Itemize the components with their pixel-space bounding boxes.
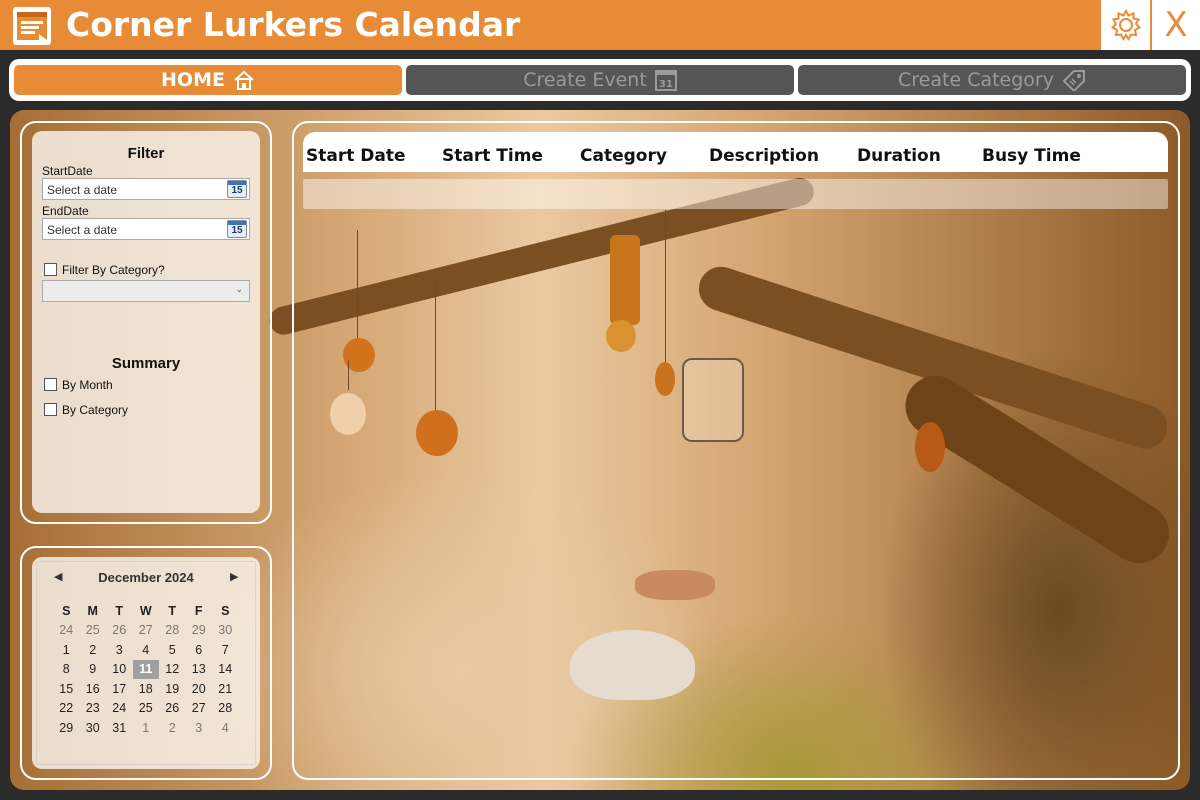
calendar-day[interactable]: 26 (159, 699, 186, 719)
calendar-day[interactable]: 9 (80, 660, 107, 680)
calendar-day[interactable]: 18 (133, 679, 160, 699)
calendar-day[interactable]: 10 (106, 660, 133, 680)
tab-home-label: HOME (161, 69, 225, 91)
calendar-day[interactable]: 5 (159, 640, 186, 660)
calendar-day[interactable]: 12 (159, 660, 186, 680)
tab-create-event[interactable]: Create Event 31 (406, 65, 794, 95)
calendar-day[interactable]: 30 (212, 621, 239, 641)
column-header-duration[interactable]: Duration (857, 146, 941, 166)
calendar-grid: S M T W T F S 24 25 26 27 28 29 30 1 2 3 4 5 6 7 8 9 10 11 12 13 14… (53, 601, 239, 738)
chevron-down-icon: ⌄ (235, 284, 243, 294)
calendar-day[interactable]: 26 (106, 621, 133, 641)
start-date-label: StartDate (42, 164, 93, 178)
calendar-day[interactable]: 24 (106, 699, 133, 719)
close-label: X (1164, 5, 1188, 45)
calendar-day[interactable]: 22 (53, 699, 80, 719)
calendar-weekday-label: W (139, 603, 152, 618)
by-category-checkbox[interactable] (44, 403, 57, 416)
end-date-input[interactable]: Select a date (47, 223, 117, 237)
start-date-input[interactable]: Select a date (47, 183, 117, 197)
calendar-weekday-label: T (168, 603, 177, 618)
by-month-checkbox[interactable] (44, 378, 57, 391)
calendar-day[interactable]: 14 (212, 660, 239, 680)
tab-home[interactable]: HOME (14, 65, 402, 95)
calendar-day[interactable]: 17 (106, 679, 133, 699)
calendar-day[interactable]: 1 (53, 640, 80, 660)
calendar-day[interactable]: 15 (53, 679, 80, 699)
tab-create-category-label: Create Category (898, 69, 1054, 91)
calendar-day[interactable]: 3 (186, 718, 213, 738)
calendar-day[interactable]: 2 (159, 718, 186, 738)
filter-by-category-checkbox[interactable] (44, 263, 57, 276)
end-date-calendar-icon[interactable]: 15 (227, 220, 247, 238)
calendar-month-label[interactable]: December 2024 (32, 570, 260, 585)
calendar-day[interactable]: 16 (80, 679, 107, 699)
column-header-category[interactable]: Category (580, 146, 667, 166)
calendar-31-icon: 31 (654, 70, 677, 91)
column-header-start-date[interactable]: Start Date (306, 146, 406, 166)
column-header-description[interactable]: Description (709, 146, 819, 166)
calendar-day[interactable]: 23 (80, 699, 107, 719)
calendar-day[interactable]: 21 (212, 679, 239, 699)
close-button[interactable]: X (1150, 0, 1200, 50)
calendar-day[interactable]: 28 (159, 621, 186, 641)
calendar-day[interactable]: 13 (186, 660, 213, 680)
calendar-day[interactable]: 20 (186, 679, 213, 699)
filter-heading: Filter (127, 145, 165, 162)
calendar-day[interactable]: 2 (80, 640, 107, 660)
tab-create-event-label: Create Event (523, 69, 647, 91)
title-bar: Corner Lurkers Calendar X (0, 0, 1200, 50)
table-row[interactable] (303, 179, 1168, 209)
calendar-day[interactable]: 1 (133, 718, 160, 738)
calendar-day[interactable]: 19 (159, 679, 186, 699)
settings-button[interactable] (1100, 0, 1150, 50)
calendar-weekday-label: S (221, 603, 230, 618)
filter-panel: Filter StartDate Select a date 15 EndDat… (32, 131, 260, 513)
by-category-label: By Category (62, 403, 129, 417)
calendar-day[interactable]: 8 (53, 660, 80, 680)
calendar-day[interactable]: 7 (212, 640, 239, 660)
calendar-day[interactable]: 11 (132, 659, 159, 679)
events-table-header: Start Date Start Time Category Descripti… (303, 132, 1168, 172)
calendar-day[interactable]: 25 (133, 699, 160, 719)
app-title: Corner Lurkers Calendar (66, 5, 521, 44)
mini-calendar: ◀ December 2024 ▶ S M T W T F S 24 25 26 27 28 29 30 1… (32, 557, 260, 769)
house-icon (234, 70, 254, 90)
filter-by-category-label: Filter By Category? (62, 263, 165, 277)
end-date-label: EndDate (42, 204, 89, 218)
start-date-calendar-icon[interactable]: 15 (227, 180, 247, 198)
calendar-day[interactable]: 6 (186, 640, 213, 660)
column-header-start-time[interactable]: Start Time (442, 146, 543, 166)
svg-text:31: 31 (659, 79, 673, 90)
calendar-day[interactable]: 30 (80, 718, 107, 738)
end-date-picker[interactable]: Select a date 15 (42, 218, 250, 240)
calendar-weekday-label: F (194, 603, 203, 618)
category-dropdown[interactable]: ⌄ (42, 280, 250, 302)
summary-heading: Summary (111, 355, 181, 372)
calendar-day[interactable]: 29 (186, 621, 213, 641)
calendar-day[interactable]: 24 (53, 621, 80, 641)
calendar-day[interactable]: 27 (186, 699, 213, 719)
calendar-day[interactable]: 4 (133, 640, 160, 660)
by-month-label: By Month (62, 378, 113, 392)
calendar-day[interactable]: 4 (212, 718, 239, 738)
calendar-weekday-label: S (62, 603, 71, 618)
events-frame (292, 121, 1180, 780)
gear-icon (1110, 8, 1141, 41)
nav-bar: HOME Create Event 31 Create Category (9, 59, 1191, 101)
calendar-day[interactable]: 27 (133, 621, 160, 641)
calendar-day[interactable]: 3 (106, 640, 133, 660)
next-month-button[interactable]: ▶ (230, 570, 238, 583)
calendar-day[interactable]: 25 (80, 621, 107, 641)
column-header-busy-time[interactable]: Busy Time (982, 146, 1081, 166)
calendar-day[interactable]: 31 (106, 718, 133, 738)
calendar-app-icon (13, 7, 51, 45)
calendar-weekday-label: T (115, 603, 124, 618)
calendar-day[interactable]: 29 (53, 718, 80, 738)
start-date-picker[interactable]: Select a date 15 (42, 178, 250, 200)
tag-icon (1062, 70, 1085, 91)
tab-create-category[interactable]: Create Category (798, 65, 1186, 95)
calendar-day[interactable]: 28 (212, 699, 239, 719)
calendar-weekday-label: M (87, 603, 98, 618)
